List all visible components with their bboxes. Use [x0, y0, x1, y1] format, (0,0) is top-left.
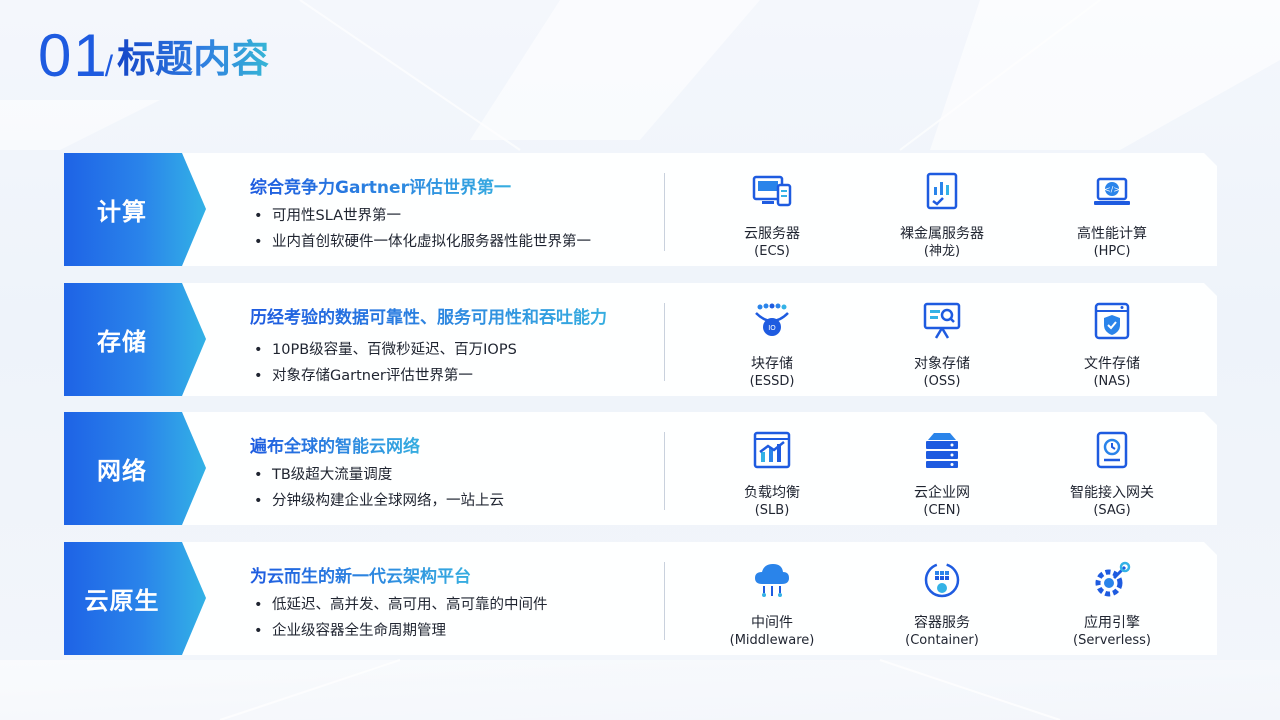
enterprise-network-icon	[926, 433, 958, 468]
row-tab-label: 存储	[97, 328, 147, 356]
product-name: 负载均衡	[744, 485, 800, 501]
product-code: (Container)	[905, 633, 979, 648]
laptop-code-icon: </>	[1094, 177, 1130, 205]
product-oss: 对象存储 (OSS)	[857, 301, 1027, 391]
product-bare-metal: 裸金属服务器 (神龙)	[857, 171, 1027, 261]
bullet-list: 低延迟、高并发、高可用、高可靠的中间件 企业级容器全生命周期管理	[254, 592, 548, 644]
row-cloud-native: 云原生 为云而生的新一代云架构平台 低延迟、高并发、高可用、高可靠的中间件 企业…	[64, 542, 1217, 655]
title-text: 标题内容	[117, 34, 269, 84]
product-code: (神龙)	[923, 244, 961, 259]
row-headline: 为云而生的新一代云架构平台	[250, 562, 471, 587]
server-monitor-icon	[752, 175, 792, 207]
divider	[664, 562, 665, 640]
product-sag: 智能接入网关 (SAG)	[1027, 430, 1197, 520]
bullet-list: TB级超大流量调度 分钟级构建企业全球网络，一站上云	[254, 462, 504, 514]
product-name: 高性能计算	[1077, 226, 1147, 242]
row-tab-label: 计算	[97, 198, 147, 226]
product-nas: 文件存储 (NAS)	[1027, 301, 1197, 391]
bullet-item: 可用性SLA世界第一	[254, 203, 591, 229]
bullet-item: 分钟级构建企业全球网络，一站上云	[254, 488, 504, 514]
product-middleware: 中间件 (Middleware)	[687, 560, 857, 650]
row-storage: 存储 历经考验的数据可靠性、服务可用性和吞吐能力 10PB级容量、百微秒延迟、百…	[64, 283, 1217, 396]
title-number: 01	[38, 22, 109, 89]
product-code: (Serverless)	[1073, 633, 1151, 648]
product-cen: 云企业网 (CEN)	[857, 430, 1027, 520]
product-name: 容器服务	[914, 615, 970, 631]
engine-gear-icon	[1095, 561, 1131, 597]
product-code: (HPC)	[1093, 244, 1131, 259]
product-container: 容器服务 (Container)	[857, 560, 1027, 650]
svg-text:</>: </>	[1104, 185, 1120, 194]
product-code: (CEN)	[923, 503, 961, 518]
product-code: (Middleware)	[729, 633, 815, 648]
row-headline: 遍布全球的智能云网络	[250, 432, 420, 457]
container-service-icon	[924, 562, 960, 598]
file-storage-icon	[1094, 302, 1130, 340]
row-tab: 云原生	[64, 542, 206, 655]
bare-metal-report-icon	[926, 172, 958, 210]
product-ecs: 云服务器 (ECS)	[687, 171, 857, 261]
row-headline: 综合竞争力Gartner评估世界第一	[250, 173, 511, 198]
product-code: (ESSD)	[749, 374, 795, 389]
product-code: (SLB)	[754, 503, 790, 518]
product-name: 文件存储	[1084, 356, 1140, 372]
row-network: 网络 遍布全球的智能云网络 TB级超大流量调度 分钟级构建企业全球网络，一站上云…	[64, 412, 1217, 525]
product-name: 云企业网	[914, 485, 970, 501]
product-name: 对象存储	[914, 356, 970, 372]
row-headline: 历经考验的数据可靠性、服务可用性和吞吐能力	[250, 303, 607, 328]
product-code: (NAS)	[1093, 374, 1131, 389]
row-tab: 网络	[64, 412, 206, 525]
bullet-list: 10PB级容量、百微秒延迟、百万IOPS 对象存储Gartner评估世界第一	[254, 337, 517, 389]
row-tab: 计算	[64, 153, 206, 266]
product-code: (SAG)	[1093, 503, 1131, 518]
product-hpc: </> 高性能计算 (HPC)	[1027, 171, 1197, 261]
product-essd: IO 块存储 (ESSD)	[687, 301, 857, 391]
access-gateway-icon	[1096, 431, 1128, 469]
product-name: 块存储	[751, 356, 793, 372]
title-slash: /	[104, 50, 114, 83]
load-balancer-icon	[753, 431, 791, 469]
divider	[664, 173, 665, 251]
product-name: 云服务器	[744, 226, 800, 242]
product-name: 中间件	[751, 615, 793, 631]
svg-text:IO: IO	[768, 324, 776, 332]
product-code: (OSS)	[923, 374, 961, 389]
page-title: 01 / 标题内容	[38, 26, 269, 86]
bullet-item: 企业级容器全生命周期管理	[254, 618, 548, 644]
row-tab-label: 网络	[97, 457, 147, 485]
bullet-item: 低延迟、高并发、高可用、高可靠的中间件	[254, 592, 548, 618]
bullet-item: 对象存储Gartner评估世界第一	[254, 363, 517, 389]
bullet-item: 业内首创软硬件一体化虚拟化服务器性能世界第一	[254, 229, 591, 255]
row-tab-label: 云原生	[84, 587, 160, 615]
block-storage-icon: IO	[755, 303, 789, 336]
product-name: 智能接入网关	[1070, 485, 1154, 501]
bullet-item: 10PB级容量、百微秒延迟、百万IOPS	[254, 337, 517, 363]
product-code: (ECS)	[754, 244, 790, 259]
cloud-middleware-icon	[755, 564, 789, 597]
object-storage-icon	[923, 302, 961, 339]
product-slb: 负载均衡 (SLB)	[687, 430, 857, 520]
row-compute: 计算 综合竞争力Gartner评估世界第一 可用性SLA世界第一 业内首创软硬件…	[64, 153, 1217, 266]
product-serverless: 应用引擎 (Serverless)	[1027, 560, 1197, 650]
bullet-item: TB级超大流量调度	[254, 462, 504, 488]
product-name: 裸金属服务器	[900, 226, 984, 242]
product-name: 应用引擎	[1084, 615, 1140, 631]
divider	[664, 303, 665, 381]
bullet-list: 可用性SLA世界第一 业内首创软硬件一体化虚拟化服务器性能世界第一	[254, 203, 591, 255]
divider	[664, 432, 665, 510]
row-tab: 存储	[64, 283, 206, 396]
